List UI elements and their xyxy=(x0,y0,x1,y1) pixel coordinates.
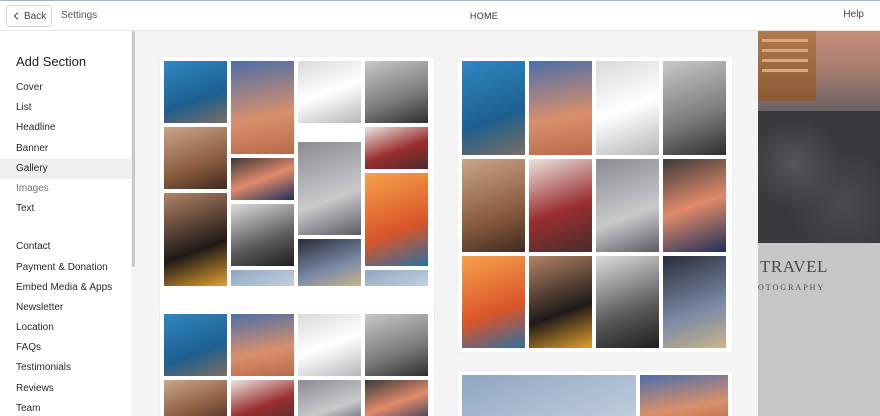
gallery-photo xyxy=(462,159,525,252)
gallery-photo xyxy=(164,193,227,286)
sidebar-item-cover[interactable]: Cover xyxy=(0,78,131,98)
gallery-section-2[interactable] xyxy=(458,57,732,352)
gallery-section-4[interactable] xyxy=(458,371,732,416)
gallery-photo xyxy=(462,256,525,348)
preview-cover-photo xyxy=(758,31,880,243)
gallery-photo xyxy=(231,270,294,286)
gallery-photo xyxy=(231,380,294,416)
sidebar-item-text[interactable]: Text xyxy=(0,199,131,219)
gallery-photo xyxy=(231,204,294,266)
gallery-photo xyxy=(365,173,428,266)
gallery-photo xyxy=(596,159,659,252)
page-name[interactable]: HOME xyxy=(0,11,880,21)
section-list: Cover List Headline Banner Gallery Images Text… xyxy=(0,78,131,416)
site-preview[interactable]: TRAVEL OTOGRAPHY xyxy=(758,31,880,416)
page-canvas xyxy=(136,31,758,416)
gallery-photo xyxy=(462,375,636,416)
sidebar-item-newsletter[interactable]: Newsletter xyxy=(0,298,131,318)
gallery-photo xyxy=(529,159,592,252)
gallery-photo xyxy=(298,142,361,235)
sidebar-item-testimonials[interactable]: Testimonials xyxy=(0,358,131,378)
sidebar-item-location[interactable]: Location xyxy=(0,318,131,338)
gallery-photo xyxy=(365,61,428,123)
gallery-photo xyxy=(640,375,728,416)
gallery-photo xyxy=(298,239,361,286)
help-link[interactable]: Help xyxy=(843,9,864,20)
sidebar-item-gallery[interactable]: Gallery xyxy=(0,158,131,179)
sidebar-item-faqs[interactable]: FAQs xyxy=(0,338,131,358)
gallery-photo xyxy=(365,127,428,169)
gallery-photo xyxy=(164,127,227,189)
gallery-photo xyxy=(663,61,726,155)
gallery-photo xyxy=(164,61,227,123)
lifeguard-tower-image xyxy=(758,31,816,101)
gallery-photo xyxy=(365,380,428,416)
sidebar-item-payment-donation[interactable]: Payment & Donation xyxy=(0,258,131,278)
gallery-photo xyxy=(596,61,659,155)
gallery-photo xyxy=(365,314,428,376)
gallery-photo xyxy=(596,256,659,348)
gallery-photo xyxy=(529,61,592,155)
sidebar-item-images[interactable]: Images xyxy=(0,179,131,199)
preview-title: TRAVEL xyxy=(760,257,828,276)
gallery-photo xyxy=(462,61,525,155)
gallery-photo xyxy=(529,256,592,348)
add-section-sidebar: Add Section Cover List Headline Banner Galle… xyxy=(0,31,136,416)
sidebar-item-headline[interactable]: Headline xyxy=(0,118,131,138)
sidebar-item-list[interactable]: List xyxy=(0,98,131,118)
gallery-photo xyxy=(298,314,361,376)
top-bar: Back Settings HOME Help xyxy=(0,0,880,31)
sidebar-item-reviews[interactable]: Reviews xyxy=(0,379,131,399)
gallery-photo xyxy=(663,256,726,348)
gallery-photo xyxy=(231,158,294,200)
preview-subtitle: OTOGRAPHY xyxy=(758,283,826,292)
sidebar-item-team[interactable]: Team xyxy=(0,399,131,416)
gallery-photo xyxy=(164,314,227,376)
sidebar-item-banner[interactable]: Banner xyxy=(0,139,131,159)
sidebar-item-contact[interactable]: Contact xyxy=(0,237,131,257)
gallery-photo xyxy=(164,380,227,416)
gallery-section-3[interactable] xyxy=(160,310,434,416)
gallery-photo xyxy=(365,270,428,286)
gallery-photo xyxy=(298,380,361,416)
gallery-photo xyxy=(663,159,726,252)
gallery-photo xyxy=(231,314,294,376)
sidebar-item-embed-media-apps[interactable]: Embed Media & Apps xyxy=(0,278,131,298)
gallery-photo xyxy=(231,61,294,154)
sidebar-title: Add Section xyxy=(16,54,87,69)
gallery-section-1[interactable] xyxy=(160,57,434,319)
gallery-photo xyxy=(298,61,361,123)
sidebar-scrollbar-thumb[interactable] xyxy=(132,31,135,267)
